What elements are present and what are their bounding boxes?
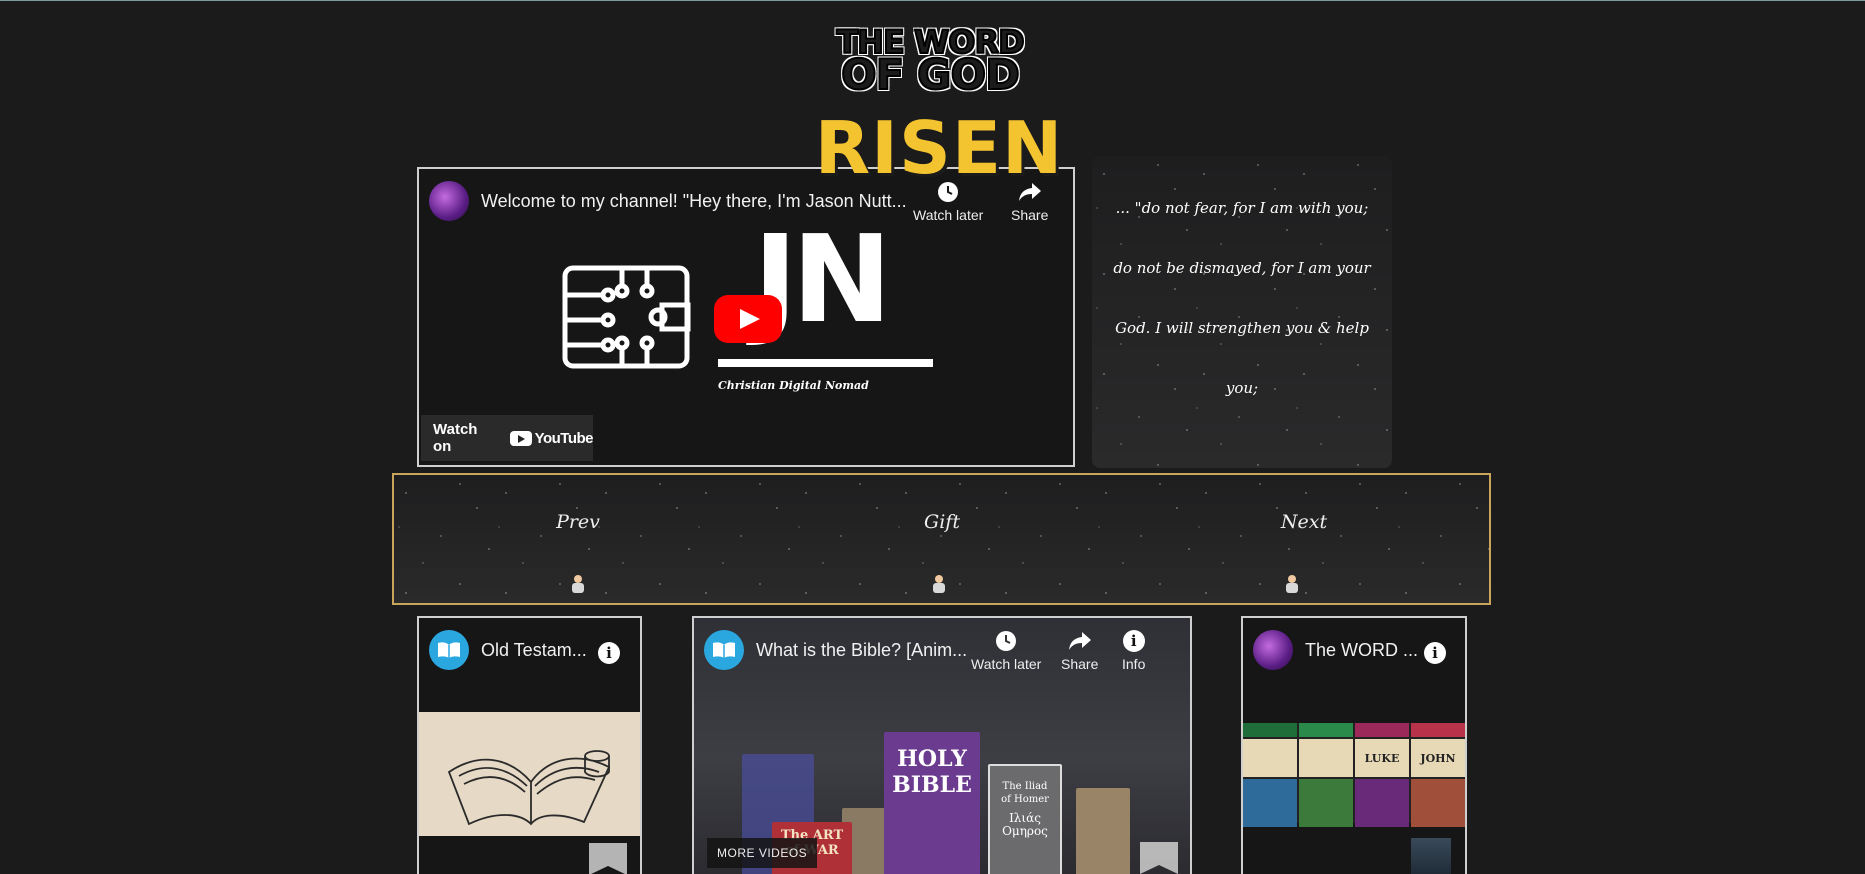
book-iliad-title-4: Ομηρος <box>1002 824 1048 838</box>
clock-icon <box>996 631 1017 651</box>
share-label: Share <box>1011 207 1049 223</box>
video-title[interactable]: The WORD ... <box>1305 640 1418 661</box>
bookmark-icon[interactable] <box>1140 842 1178 874</box>
share-label: Share <box>1061 656 1099 672</box>
grid-header <box>1299 723 1353 737</box>
grid-cell-john: JOHN <box>1411 739 1465 777</box>
verse-panel: ... "do not fear, for I am with you; do … <box>1092 156 1392 468</box>
grid-header <box>1243 723 1297 737</box>
video-embed-old-testament[interactable]: Old Testam... i <box>417 616 642 874</box>
grid-header <box>1411 723 1465 737</box>
watch-on-youtube-button[interactable]: Watch on YouTube <box>421 415 594 461</box>
grid-scene <box>1243 779 1297 827</box>
info-button[interactable]: i Info <box>1122 630 1145 672</box>
grid-cell <box>1299 739 1353 777</box>
book-iliad-title-1: The Iliad <box>1002 781 1048 792</box>
nav-strip: Prev Gift Next <box>392 473 1491 605</box>
site-logo[interactable]: THE WORD OF GOD <box>820 25 1040 99</box>
next-button[interactable]: Next <box>1244 511 1364 533</box>
info-icon[interactable]: i <box>1424 642 1446 664</box>
grid-cell <box>1243 739 1297 777</box>
gift-button[interactable]: Gift <box>882 511 1002 533</box>
thumbnail-underline <box>718 359 933 367</box>
info-icon: i <box>1122 630 1145 652</box>
video-header: What is the Bible? [Anim... <box>704 630 967 670</box>
share-icon <box>1068 632 1091 650</box>
circuit-icon <box>562 265 691 369</box>
bible-icon[interactable] <box>704 630 744 670</box>
book-holy-bible-title: HOLY BIBLE <box>892 746 972 798</box>
watch-on-label: Watch on <box>433 421 478 455</box>
book-tan <box>1076 788 1130 874</box>
youtube-logo: YouTube <box>509 429 594 447</box>
logo-line2: OF GOD <box>840 50 1021 99</box>
prev-character-icon[interactable] <box>571 575 585 593</box>
share-button[interactable]: Share <box>1061 630 1098 672</box>
video-header: The WORD ... <box>1253 630 1418 670</box>
play-button[interactable] <box>714 295 782 343</box>
info-icon[interactable]: i <box>598 642 620 664</box>
video-embed-what-is-the-bible[interactable]: What is the Bible? [Anim... Watch later … <box>692 616 1192 874</box>
youtube-wordmark: YouTube <box>534 429 594 447</box>
more-videos-button[interactable]: MORE VIDEOS <box>707 838 818 868</box>
watch-later-label: Watch later <box>913 207 984 223</box>
book-iliad-title-2: of Homer <box>1001 794 1049 805</box>
video-thumbnail[interactable]: LUKE JOHN <box>1243 723 1465 827</box>
top-rule <box>0 0 1865 1</box>
grid-scene <box>1355 779 1409 827</box>
video-title[interactable]: Welcome to my channel! "Hey there, I'm J… <box>481 191 907 212</box>
grid-cell-luke: LUKE <box>1355 739 1409 777</box>
bookmark-icon[interactable] <box>589 843 627 874</box>
bible-icon[interactable] <box>429 630 469 670</box>
youtube-play-icon <box>509 430 532 446</box>
grid-header <box>1355 723 1409 737</box>
prev-button[interactable]: Prev <box>518 511 638 533</box>
thumbnail-caption: Christian Digital Nomad <box>718 379 869 392</box>
watch-later-label: Watch later <box>971 656 1042 672</box>
gift-character-icon[interactable] <box>932 575 946 593</box>
book-holy-bible: HOLY BIBLE <box>884 732 980 874</box>
video-title[interactable]: Old Testam... <box>481 640 587 661</box>
logo-subtitle: RISEN <box>814 106 1064 190</box>
grid-scene <box>1299 779 1353 827</box>
video-header: Old Testam... <box>429 630 587 670</box>
open-book-icon <box>447 750 611 826</box>
presenter-thumbnail <box>1411 838 1451 874</box>
next-character-icon[interactable] <box>1285 575 1299 593</box>
video-embed-the-word[interactable]: The WORD ... i LUKE JOHN <box>1241 616 1467 874</box>
video-thumbnail[interactable] <box>419 712 640 836</box>
channel-avatar[interactable] <box>1253 630 1293 670</box>
info-label: Info <box>1122 656 1146 672</box>
watch-later-button[interactable]: Watch later <box>971 630 1041 672</box>
video-title[interactable]: What is the Bible? [Anim... <box>756 640 967 661</box>
verse-text: ... "do not fear, for I am with you; do … <box>1113 199 1371 397</box>
grid-scene <box>1411 779 1465 827</box>
channel-avatar[interactable] <box>429 181 469 221</box>
book-iliad: The Iliad of Homer Ιλιάς Ομηρος <box>988 764 1062 874</box>
main-video-embed[interactable]: Welcome to my channel! "Hey there, I'm J… <box>417 167 1075 467</box>
